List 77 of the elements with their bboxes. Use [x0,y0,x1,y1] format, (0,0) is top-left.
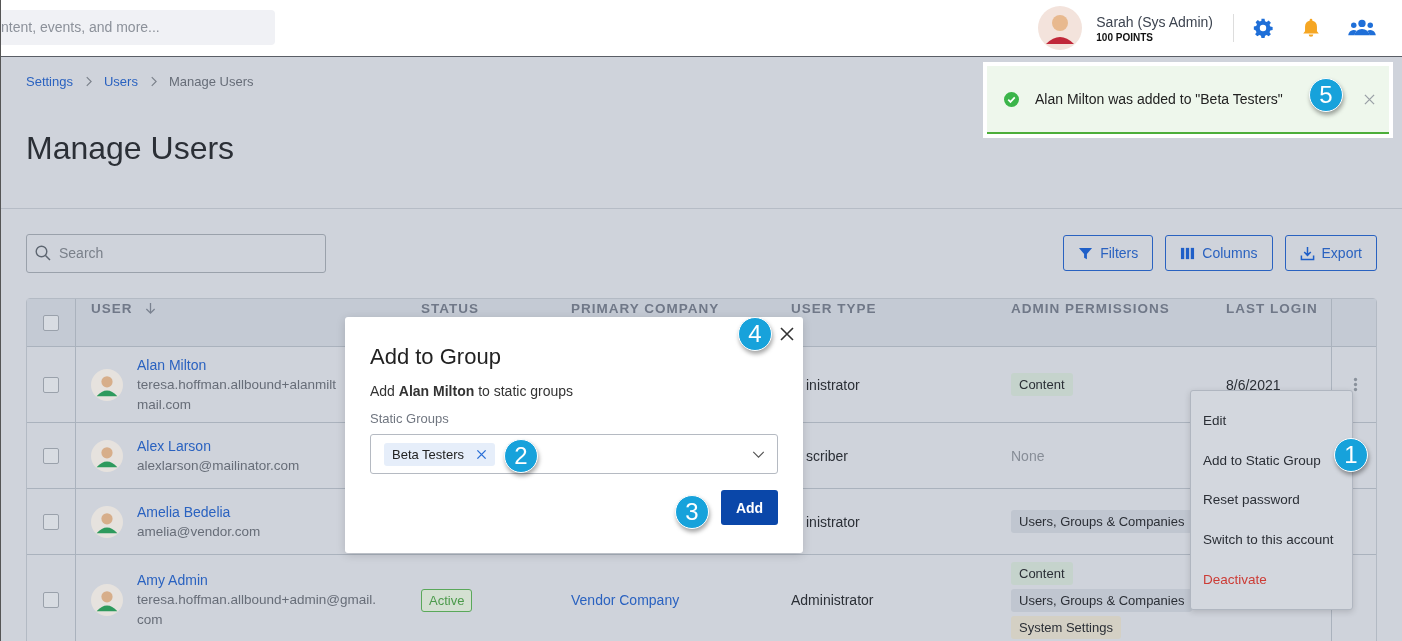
menu-item[interactable]: Add to Static Group [1203,440,1321,481]
user-email: alexlarson@mailinator.com [137,456,300,475]
toolbar-button[interactable]: Export [1284,235,1377,271]
user-type: inistrator [806,513,860,530]
toast-message: Alan Milton was added to "Beta Testers" [1035,91,1283,107]
dialog-title: Add to Group [370,343,502,371]
avatar-icon [91,368,123,401]
search-placeholder: Search [59,245,104,261]
menu-item[interactable]: Reset password [1203,480,1300,520]
breadcrumb-link[interactable]: Settings [26,73,73,89]
add-button[interactable]: Add [721,490,778,525]
user-email: amelia@vendor.com [137,522,261,541]
permission-tag: Content [1011,561,1073,585]
select-all-checkbox[interactable] [43,314,59,331]
row-checkbox[interactable] [43,447,59,464]
user-email: mail.com [137,395,192,414]
user-type: Administrator [791,592,874,608]
points-label: 100 POINTS [1096,31,1154,43]
last-login-date: 8/6/2021 [1226,376,1281,393]
remove-icon[interactable] [476,448,488,460]
user-name-link[interactable]: Alex Larson [137,435,300,456]
permission-tag: Content [1011,373,1073,396]
column-header[interactable]: ADMIN PERMISSIONS [1011,302,1170,316]
user-type: scriber [806,447,848,464]
check-circle-icon [1004,91,1019,107]
row-checkbox[interactable] [43,592,59,608]
breadcrumb-link[interactable]: Users [104,73,138,89]
avatar-icon [91,584,123,616]
notification-bell-icon[interactable] [1300,17,1322,39]
funnel-icon [1078,245,1094,261]
field-label: Static Groups [370,411,450,426]
menu-item[interactable]: Edit [1203,401,1227,441]
search-field[interactable]: Search [26,233,326,273]
column-header[interactable]: USER [91,302,133,316]
search-icon [35,245,51,261]
column-header[interactable]: LAST LOGIN [1226,302,1318,316]
avatar-icon[interactable] [1038,6,1083,50]
more-options-icon[interactable] [1352,376,1358,393]
columns-icon [1180,245,1196,261]
permission-tag: Users, Groups & Companies [1011,588,1193,612]
menu-item[interactable]: Switch to this account [1203,519,1334,560]
chevron-right-icon [149,75,157,87]
permissions-none: None [1011,447,1045,464]
avatar-icon [91,505,123,538]
breadcrumb-current: Manage Users [168,73,254,89]
page-title: Manage Users [26,129,236,168]
chevron-down-icon[interactable] [752,450,765,458]
dialog-description: Add Alan Milton to static groups [370,383,575,399]
chevron-right-icon [85,75,92,87]
user-email: teresa.hoffman.allbound+admin@gmail. [137,591,376,609]
user-name-link[interactable]: Amelia Bedelia [137,501,261,522]
column-header[interactable]: STATUS [421,302,479,316]
user-type: inistrator [806,376,860,393]
user-email: com [137,611,164,629]
user-name-link[interactable]: Amy Admin [137,570,376,590]
status-badge: Active [421,588,473,612]
row-checkbox[interactable] [43,376,59,393]
global-search-field[interactable]: ntent, events, and more... [1,9,275,45]
permission-tag: System Settings [1011,615,1121,639]
download-icon [1299,245,1315,261]
toolbar-button[interactable]: Filters [1063,235,1154,271]
column-header[interactable]: USER TYPE [791,302,877,316]
settings-icon[interactable] [1252,17,1274,39]
user-name-link[interactable]: Alan Milton [137,354,336,375]
permission-tag: Users, Groups & Companies [1011,510,1193,533]
avatar-icon [91,439,123,472]
row-checkbox[interactable] [43,513,59,530]
user-email: teresa.hoffman.allbound+alanmilt [137,375,336,394]
step-number-badge: 1 [1334,438,1368,472]
chip-label: Beta Testers [392,446,465,462]
close-icon[interactable] [780,327,794,341]
toolbar-button[interactable]: Columns [1165,235,1273,271]
menu-item[interactable]: Deactivate [1203,559,1267,599]
user-name: Sarah (Sys Admin) [1096,13,1213,30]
company-link[interactable]: Vendor Company [571,592,680,608]
sort-arrow-icon[interactable] [144,302,156,315]
column-header[interactable]: PRIMARY COMPANY [571,302,720,316]
